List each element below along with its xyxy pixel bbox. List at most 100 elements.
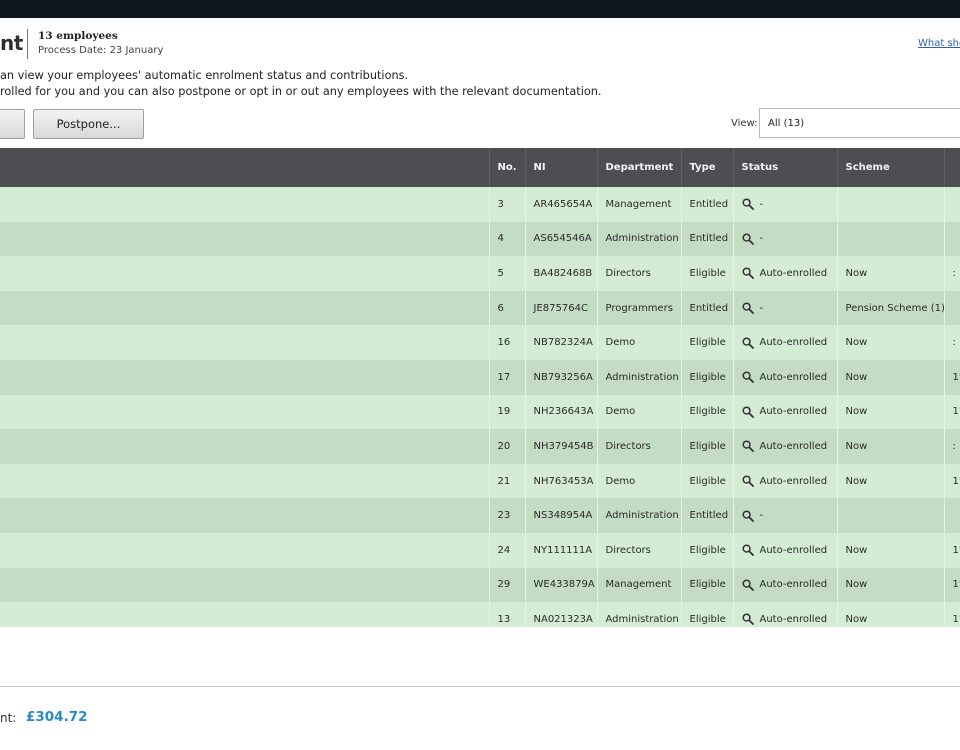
department-cell: Management	[597, 567, 682, 603]
extra-cell	[944, 498, 960, 533]
department-cell: Directors	[597, 256, 682, 291]
type-cell: Eligible	[681, 256, 734, 291]
type-cell: Eligible	[681, 532, 734, 568]
table-row[interactable]: 16 NB782324A Demo Eligible Auto-enrolled Now:	[0, 325, 960, 360]
status-text: Auto-enrolled	[759, 613, 828, 625]
table-row[interactable]: 21 NH763453A Demo Eligible Auto-enrolled Now 1…	[0, 463, 960, 499]
column-header-scheme[interactable]: Scheme	[837, 148, 945, 187]
extra-cell	[944, 187, 960, 222]
type-cell: Entitled	[681, 221, 734, 257]
employee-name-cell	[0, 325, 490, 360]
table-row[interactable]: 3 AR465654A Management Entitled -	[0, 187, 960, 222]
type-cell: Eligible	[681, 325, 734, 360]
table-row[interactable]: 6 JE875764C Programmers Entitled - Pension Sc…	[0, 290, 960, 326]
search-icon[interactable]	[741, 302, 754, 314]
department-cell: Programmers	[597, 290, 682, 326]
scheme-cell: Now	[837, 567, 945, 603]
intro-text-line-1: an view your employees' automatic enrolm…	[0, 69, 409, 82]
search-icon[interactable]	[741, 371, 754, 384]
status-cell: Auto-enrolled	[733, 567, 838, 603]
table-row[interactable]: 23 NS348954A Administration Entitled -	[0, 498, 960, 533]
footer-divider	[0, 686, 960, 687]
column-header-type[interactable]: Type	[681, 148, 734, 187]
title-divider	[27, 29, 28, 59]
status-cell: Auto-enrolled	[733, 602, 838, 627]
search-icon[interactable]	[741, 337, 754, 349]
type-cell: Eligible	[681, 602, 734, 627]
table-row[interactable]: 24 NY111111A Directors Eligible Auto-enrolle…	[0, 532, 960, 568]
type-cell: Eligible	[681, 463, 734, 499]
search-icon[interactable]	[741, 544, 754, 557]
total-value: £304.72	[26, 709, 88, 725]
status-text: Auto-enrolled	[759, 579, 828, 591]
status-text: Auto-enrolled	[759, 440, 828, 452]
department-cell: Administration	[597, 221, 682, 257]
table-header-row: No. NI Department Type Status Scheme	[0, 148, 960, 187]
department-cell: Demo	[597, 325, 682, 360]
search-icon[interactable]	[741, 510, 754, 522]
table-row[interactable]: 17 NB793256A Administration Eligible Auto-en…	[0, 359, 960, 395]
no-cell: 5	[489, 256, 526, 291]
scheme-cell	[837, 221, 945, 257]
extra-cell	[944, 221, 960, 257]
column-header-status[interactable]: Status	[733, 148, 838, 187]
extra-cell: 1'	[944, 463, 960, 499]
status-cell: Auto-enrolled	[733, 325, 838, 360]
table-row[interactable]: 29 WE433879A Management Eligible Auto-enroll…	[0, 567, 960, 603]
search-icon[interactable]	[741, 267, 754, 280]
search-icon[interactable]	[741, 613, 754, 626]
total-label: nt:	[0, 711, 17, 725]
search-icon[interactable]	[741, 198, 754, 211]
ni-cell: WE433879A	[525, 567, 598, 603]
ni-cell: BA482468B	[525, 256, 598, 291]
table-row[interactable]: 20 NH379454B Directors Eligible Auto-enrolle…	[0, 429, 960, 464]
action-button[interactable]	[0, 109, 25, 139]
scheme-cell	[837, 498, 945, 533]
intro-text-line-2: rolled for you and you can also postpone…	[0, 85, 602, 98]
table-row[interactable]: 4 AS654546A Administration Entitled -	[0, 221, 960, 257]
column-header-name[interactable]	[0, 148, 490, 187]
column-header-extra[interactable]	[944, 148, 960, 187]
table-row[interactable]: 5 BA482468B Directors Eligible Auto-enrolled…	[0, 256, 960, 291]
no-cell: 20	[489, 429, 526, 464]
employee-name-cell	[0, 290, 490, 326]
scheme-cell: Now	[837, 325, 945, 360]
column-header-department[interactable]: Department	[597, 148, 682, 187]
column-header-ni[interactable]: NI	[525, 148, 598, 187]
search-icon[interactable]	[741, 440, 754, 453]
search-icon[interactable]	[741, 406, 754, 418]
department-cell: Administration	[597, 359, 682, 395]
status-cell: Auto-enrolled	[733, 359, 838, 395]
employee-name-cell	[0, 256, 490, 291]
status-text: Auto-enrolled	[759, 337, 828, 349]
status-cell: -	[733, 187, 838, 222]
department-cell: Demo	[597, 463, 682, 499]
employee-name-cell	[0, 463, 490, 499]
extra-cell: 1'	[944, 602, 960, 627]
ni-cell: NS348954A	[525, 498, 598, 533]
status-text: Auto-enrolled	[759, 544, 828, 556]
table-row[interactable]: 13 NA021323A Administration Eligible Auto-en…	[0, 602, 960, 627]
employee-name-cell	[0, 221, 490, 257]
table-row[interactable]: 19 NH236643A Demo Eligible Auto-enrolled Now 1…	[0, 394, 960, 430]
employee-name-cell	[0, 498, 490, 533]
column-header-no[interactable]: No.	[489, 148, 526, 187]
status-text: Auto-enrolled	[759, 371, 828, 383]
extra-cell: 1'	[944, 567, 960, 603]
department-cell: Directors	[597, 532, 682, 568]
scheme-cell: Now	[837, 463, 945, 499]
search-icon[interactable]	[741, 475, 754, 487]
search-icon[interactable]	[741, 579, 754, 591]
no-cell: 16	[489, 325, 526, 360]
extra-cell: :	[944, 325, 960, 360]
postpone-button[interactable]: Postpone...	[33, 109, 144, 139]
view-filter-label: View:	[731, 118, 758, 129]
employee-count: 13 employees	[38, 30, 118, 42]
status-cell: Auto-enrolled	[733, 394, 838, 430]
no-cell: 23	[489, 498, 526, 533]
employee-name-cell	[0, 359, 490, 395]
help-link[interactable]: What sho	[918, 38, 960, 49]
search-icon[interactable]	[741, 233, 754, 245]
view-filter-select[interactable]: All (13)	[759, 108, 960, 138]
no-cell: 3	[489, 187, 526, 222]
